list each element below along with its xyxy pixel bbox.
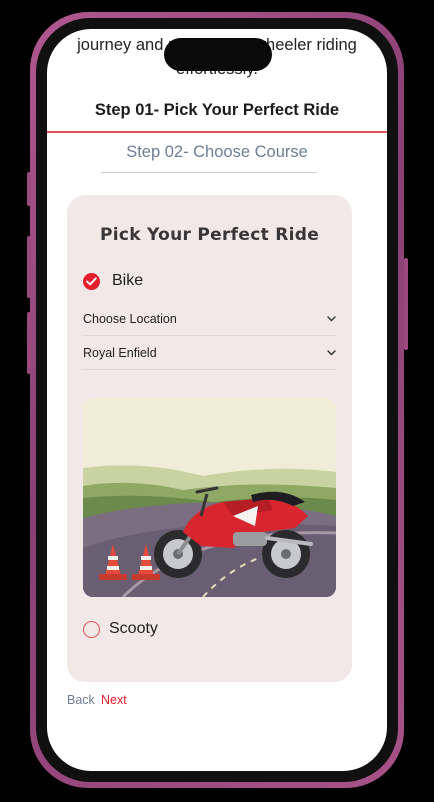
step-1-tab[interactable]: Step 01- Pick Your Perfect Ride bbox=[47, 101, 387, 120]
step-1-underline bbox=[47, 131, 387, 133]
radio-empty-icon[interactable] bbox=[83, 620, 100, 638]
next-button[interactable]: Next bbox=[101, 693, 127, 707]
step-2-tab[interactable]: Step 02- Choose Course bbox=[47, 143, 387, 162]
bike-option-label: Bike bbox=[112, 272, 144, 289]
bike-option[interactable]: Bike bbox=[83, 272, 143, 290]
scooty-option-label: Scooty bbox=[109, 620, 158, 637]
screen: journey and master two-wheeler riding ef… bbox=[47, 29, 387, 771]
card-title: Pick Your Perfect Ride bbox=[99, 225, 320, 245]
volume-up-button bbox=[27, 236, 31, 298]
volume-down-button bbox=[27, 312, 31, 374]
back-button[interactable]: Back bbox=[67, 693, 95, 707]
scooty-option[interactable]: Scooty bbox=[83, 620, 158, 638]
action-button bbox=[27, 172, 31, 206]
dynamic-island bbox=[164, 38, 272, 71]
chevron-down-icon bbox=[326, 348, 336, 358]
ride-selection-card: Pick Your Perfect Ride Bike Choose Locat… bbox=[67, 195, 352, 682]
location-select[interactable]: Choose Location bbox=[83, 303, 336, 336]
motorcycle-illustration bbox=[83, 398, 336, 597]
bike-model-select[interactable]: Royal Enfield bbox=[83, 337, 336, 370]
power-button bbox=[404, 258, 408, 350]
check-circle-icon[interactable] bbox=[83, 272, 100, 290]
bike-model-select-value: Royal Enfield bbox=[83, 346, 157, 360]
step-2-underline bbox=[101, 172, 317, 173]
chevron-down-icon bbox=[326, 314, 336, 324]
location-select-value: Choose Location bbox=[83, 312, 177, 326]
